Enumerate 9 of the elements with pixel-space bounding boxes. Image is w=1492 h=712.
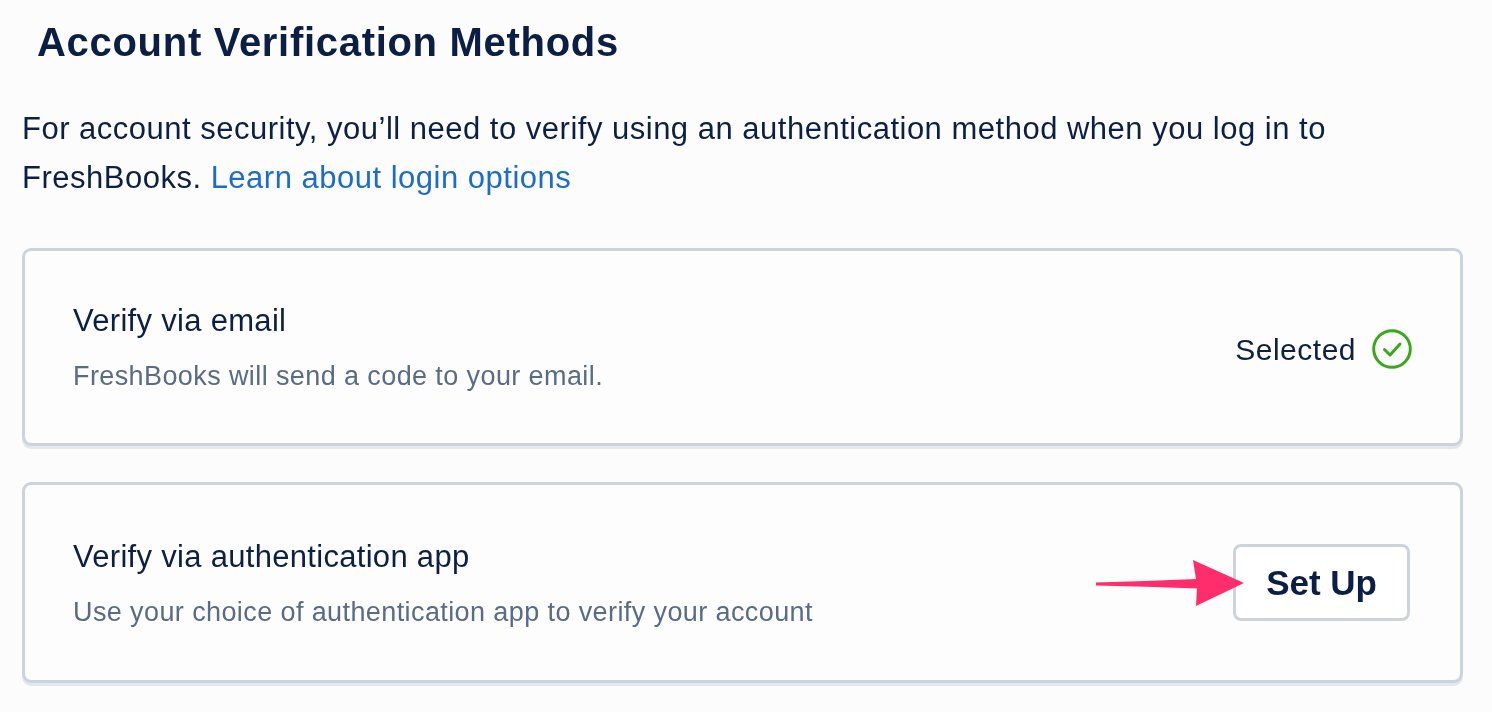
selected-label: Selected: [1235, 331, 1356, 368]
method-title: Verify via email: [73, 302, 288, 340]
page-title: Account Verification Methods: [37, 19, 619, 66]
method-description: FreshBooks will send a code to your email.: [73, 360, 604, 392]
intro-text: For account security, you’ll need to verify using an authentication method when you log in to FreshBooks. Learn about login options: [22, 110, 1327, 197]
method-description: Use your choice of authentication app to verify your account: [73, 595, 813, 628]
method-title: Verify via authentication app: [73, 537, 471, 576]
set-up-button[interactable]: Set Up: [1233, 544, 1410, 621]
login-options-link[interactable]: Learn about login options: [210, 160, 572, 195]
